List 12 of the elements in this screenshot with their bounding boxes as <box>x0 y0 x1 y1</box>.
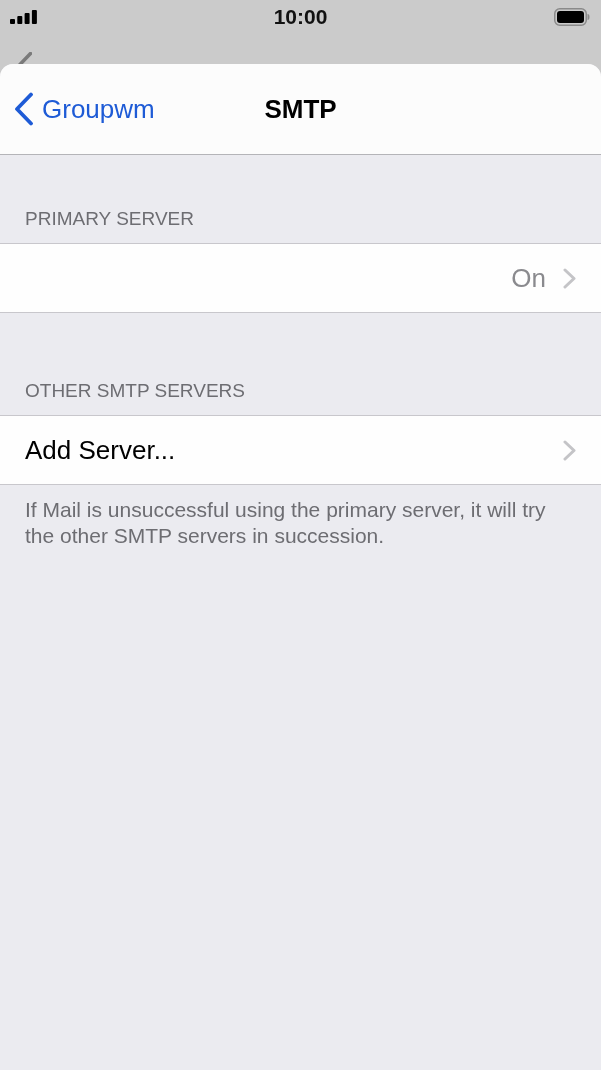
list-row[interactable]: On <box>0 243 601 313</box>
status-time: 10:00 <box>273 4 328 30</box>
back-button[interactable]: Groupwm <box>14 92 155 126</box>
section-header: OTHER SMTP SERVERS <box>25 379 245 403</box>
back-chevron-icon <box>18 52 32 64</box>
battery-icon <box>554 8 590 26</box>
section-footer-text: If Mail is unsuccessful using the primary server, it will try the other SMTP servers in succession. <box>24 497 547 549</box>
nav-title: SMTP <box>264 93 337 125</box>
section-header: PRIMARY SERVER <box>25 207 194 231</box>
list-row[interactable]: Add Server... <box>0 415 601 485</box>
back-chevron-icon <box>14 92 34 126</box>
signal-icon <box>10 10 37 24</box>
